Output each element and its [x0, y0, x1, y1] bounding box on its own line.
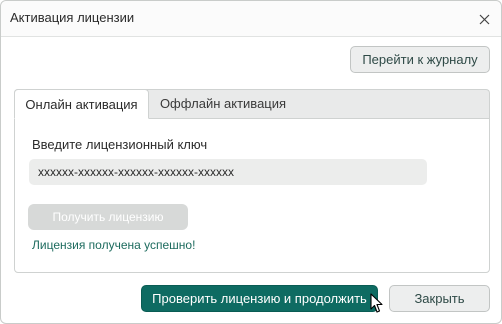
- activation-tabs: Онлайн активация Оффлайн активация: [14, 89, 490, 119]
- title-bar: Активация лицензии: [1, 1, 501, 37]
- tab-offline-activation[interactable]: Оффлайн активация: [149, 89, 297, 118]
- license-activation-dialog: Активация лицензии Перейти к журналу Онл…: [0, 0, 502, 324]
- mouse-pointer-icon: [370, 293, 383, 313]
- close-button[interactable]: [474, 9, 494, 29]
- license-key-label: Введите лицензионный ключ: [32, 137, 208, 152]
- status-message: Лицензия получена успешно!: [32, 238, 196, 252]
- close-dialog-button[interactable]: Закрыть: [389, 285, 490, 312]
- dialog-title: Активация лицензии: [10, 10, 135, 25]
- get-license-button: Получить лицензию: [28, 204, 188, 230]
- tab-online-activation[interactable]: Онлайн активация: [14, 89, 149, 119]
- verify-and-continue-button[interactable]: Проверить лицензию и продолжить: [141, 285, 378, 312]
- close-icon: [479, 14, 489, 24]
- go-to-journal-button[interactable]: Перейти к журналу: [350, 46, 490, 73]
- online-activation-panel: Введите лицензионный ключ Получить лицен…: [14, 118, 490, 273]
- license-key-input[interactable]: [29, 159, 427, 185]
